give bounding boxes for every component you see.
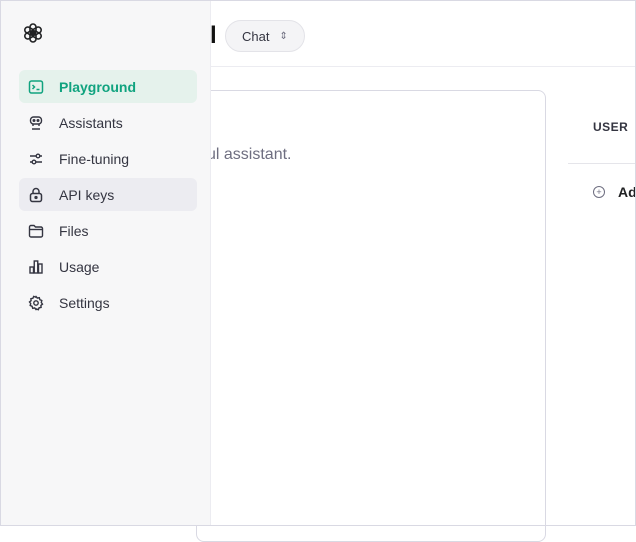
screenshot-frame [0, 0, 636, 526]
